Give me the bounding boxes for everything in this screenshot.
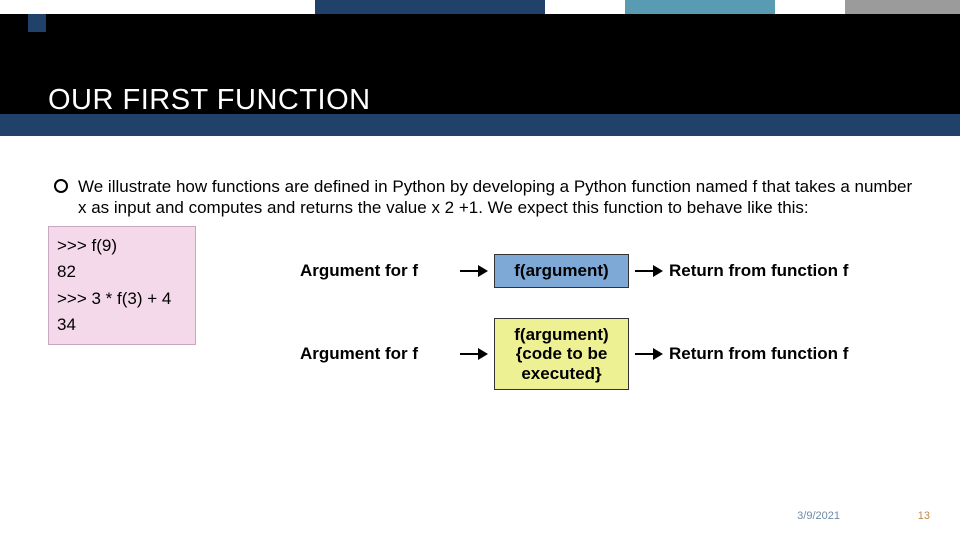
function-diagram: Argument for f f(argument) Return from f… [300, 254, 900, 420]
code-line: >>> f(9) [57, 233, 187, 259]
arrow-right-icon [460, 347, 488, 361]
return-label: Return from function f [663, 261, 898, 281]
diagram-row: Argument for f f(argument) Return from f… [300, 254, 900, 288]
arg-label: Argument for f [300, 344, 460, 364]
function-box: f(argument) {code to be executed} [494, 318, 629, 391]
repl-code-block: >>> f(9) 82 >>> 3 * f(3) + 4 34 [48, 226, 196, 345]
arrow-right-icon [635, 264, 663, 278]
diagram-row: Argument for f f(argument) {code to be e… [300, 318, 900, 391]
function-box: f(argument) [494, 254, 629, 288]
slide-body: We illustrate how functions are defined … [0, 136, 960, 540]
code-line: 82 [57, 259, 187, 285]
code-line: 34 [57, 312, 187, 338]
arrow-right-icon [460, 264, 488, 278]
bullet-text: We illustrate how functions are defined … [78, 176, 920, 219]
corner-notch [28, 14, 46, 32]
bullet-item: We illustrate how functions are defined … [54, 176, 920, 219]
arg-label: Argument for f [300, 261, 460, 281]
title-band: OUR FIRST FUNCTION [0, 14, 960, 136]
title-underline [0, 114, 960, 136]
arrow-right-icon [635, 347, 663, 361]
code-line: >>> 3 * f(3) + 4 [57, 286, 187, 312]
footer-page-number: 13 [918, 510, 930, 522]
top-accent-strip [0, 0, 960, 14]
slide-title: OUR FIRST FUNCTION [48, 84, 371, 117]
footer-date: 3/9/2021 [797, 510, 840, 522]
bullet-marker-icon [54, 179, 68, 193]
return-label: Return from function f [663, 344, 898, 364]
